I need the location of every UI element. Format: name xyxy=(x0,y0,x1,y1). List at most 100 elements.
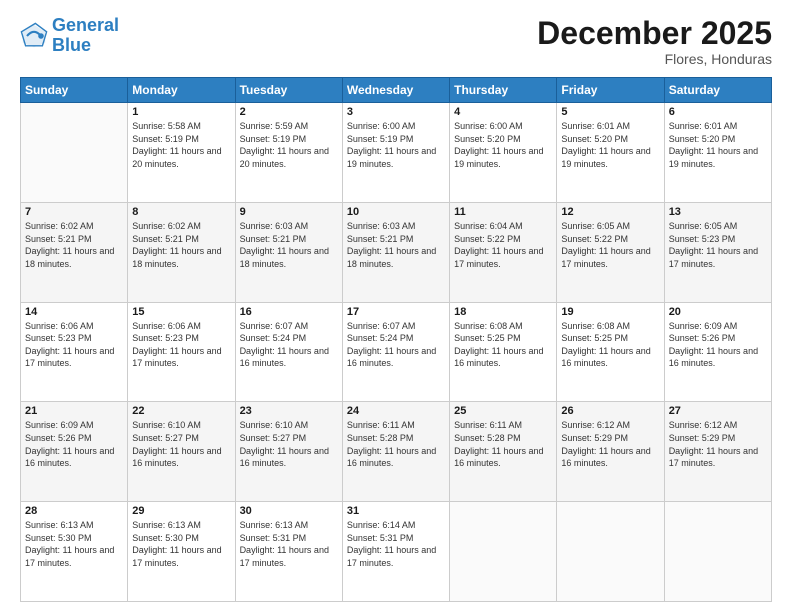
table-row: 21 Sunrise: 6:09 AMSunset: 5:26 PMDayligh… xyxy=(21,402,128,502)
day-number: 6 xyxy=(669,106,767,118)
day-info: Sunrise: 6:09 AMSunset: 5:26 PMDaylight:… xyxy=(25,419,123,469)
day-info: Sunrise: 6:10 AMSunset: 5:27 PMDaylight:… xyxy=(132,419,230,469)
day-info: Sunrise: 6:01 AMSunset: 5:20 PMDaylight:… xyxy=(561,120,659,170)
table-row: 25Sunrise: 6:11 AMSunset: 5:28 PMDayligh… xyxy=(450,402,557,502)
day-number: 14 xyxy=(25,306,123,318)
day-info: Sunrise: 6:02 AMSunset: 5:21 PMDaylight:… xyxy=(25,220,123,270)
table-row: 9 Sunrise: 6:03 AMSunset: 5:21 PMDaylight… xyxy=(235,202,342,302)
col-saturday: Saturday xyxy=(664,78,771,103)
day-number: 4 xyxy=(454,106,552,118)
table-row: 16 Sunrise: 6:07 AMSunset: 5:24 PMDayligh… xyxy=(235,302,342,402)
table-row: 22 Sunrise: 6:10 AMSunset: 5:27 PMDayligh… xyxy=(128,402,235,502)
logo-line2: Blue xyxy=(52,35,91,55)
day-number: 21 xyxy=(25,405,123,417)
day-info: Sunrise: 6:07 AMSunset: 5:24 PMDaylight:… xyxy=(240,320,338,370)
day-info: Sunrise: 6:08 AMSunset: 5:25 PMDaylight:… xyxy=(561,320,659,370)
day-info: Sunrise: 6:14 AMSunset: 5:31 PMDaylight:… xyxy=(347,519,445,569)
table-row: 12Sunrise: 6:05 AMSunset: 5:22 PMDayligh… xyxy=(557,202,664,302)
day-info: Sunrise: 6:11 AMSunset: 5:28 PMDaylight:… xyxy=(347,419,445,469)
table-row: 6 Sunrise: 6:01 AMSunset: 5:20 PMDaylight… xyxy=(664,103,771,203)
day-number: 26 xyxy=(561,405,659,417)
day-number: 19 xyxy=(561,306,659,318)
day-info: Sunrise: 6:03 AMSunset: 5:21 PMDaylight:… xyxy=(347,220,445,270)
day-info: Sunrise: 6:05 AMSunset: 5:22 PMDaylight:… xyxy=(561,220,659,270)
col-tuesday: Tuesday xyxy=(235,78,342,103)
day-number: 15 xyxy=(132,306,230,318)
table-row: 13Sunrise: 6:05 AMSunset: 5:23 PMDayligh… xyxy=(664,202,771,302)
table-row: 17 Sunrise: 6:07 AMSunset: 5:24 PMDayligh… xyxy=(342,302,449,402)
day-number: 31 xyxy=(347,505,445,517)
calendar-week-row: 28 Sunrise: 6:13 AMSunset: 5:30 PMDayligh… xyxy=(21,502,772,602)
day-info: Sunrise: 6:08 AMSunset: 5:25 PMDaylight:… xyxy=(454,320,552,370)
table-row: 18 Sunrise: 6:08 AMSunset: 5:25 PMDayligh… xyxy=(450,302,557,402)
day-number: 28 xyxy=(25,505,123,517)
table-row: 30Sunrise: 6:13 AMSunset: 5:31 PMDayligh… xyxy=(235,502,342,602)
day-info: Sunrise: 6:13 AMSunset: 5:30 PMDaylight:… xyxy=(132,519,230,569)
day-info: Sunrise: 6:03 AMSunset: 5:21 PMDaylight:… xyxy=(240,220,338,270)
day-info: Sunrise: 6:04 AMSunset: 5:22 PMDaylight:… xyxy=(454,220,552,270)
day-number: 29 xyxy=(132,505,230,517)
table-row: 1Sunrise: 5:58 AMSunset: 5:19 PMDaylight… xyxy=(128,103,235,203)
col-friday: Friday xyxy=(557,78,664,103)
table-row: 27 Sunrise: 6:12 AMSunset: 5:29 PMDayligh… xyxy=(664,402,771,502)
day-info: Sunrise: 6:01 AMSunset: 5:20 PMDaylight:… xyxy=(669,120,767,170)
calendar-week-row: 21 Sunrise: 6:09 AMSunset: 5:26 PMDayligh… xyxy=(21,402,772,502)
main-title: December 2025 xyxy=(537,16,772,51)
table-row: 29 Sunrise: 6:13 AMSunset: 5:30 PMDayligh… xyxy=(128,502,235,602)
day-number: 22 xyxy=(132,405,230,417)
col-thursday: Thursday xyxy=(450,78,557,103)
day-number: 2 xyxy=(240,106,338,118)
day-info: Sunrise: 6:07 AMSunset: 5:24 PMDaylight:… xyxy=(347,320,445,370)
day-info: Sunrise: 6:06 AMSunset: 5:23 PMDaylight:… xyxy=(132,320,230,370)
logo-line1: General xyxy=(52,15,119,35)
day-number: 17 xyxy=(347,306,445,318)
table-row: 7 Sunrise: 6:02 AMSunset: 5:21 PMDaylight… xyxy=(21,202,128,302)
day-number: 3 xyxy=(347,106,445,118)
day-info: Sunrise: 6:06 AMSunset: 5:23 PMDaylight:… xyxy=(25,320,123,370)
day-info: Sunrise: 5:59 AMSunset: 5:19 PMDaylight:… xyxy=(240,120,338,170)
day-number: 24 xyxy=(347,405,445,417)
calendar-header-row: Sunday Monday Tuesday Wednesday Thursday… xyxy=(21,78,772,103)
table-row xyxy=(557,502,664,602)
day-info: Sunrise: 6:11 AMSunset: 5:28 PMDaylight:… xyxy=(454,419,552,469)
day-number: 9 xyxy=(240,206,338,218)
day-number: 23 xyxy=(240,405,338,417)
day-number: 18 xyxy=(454,306,552,318)
day-number: 7 xyxy=(25,206,123,218)
table-row: 28 Sunrise: 6:13 AMSunset: 5:30 PMDayligh… xyxy=(21,502,128,602)
table-row: 3 Sunrise: 6:00 AMSunset: 5:19 PMDaylight… xyxy=(342,103,449,203)
day-info: Sunrise: 6:00 AMSunset: 5:19 PMDaylight:… xyxy=(347,120,445,170)
table-row: 31 Sunrise: 6:14 AMSunset: 5:31 PMDayligh… xyxy=(342,502,449,602)
header: General Blue December 2025 Flores, Hondu… xyxy=(20,16,772,67)
day-info: Sunrise: 6:05 AMSunset: 5:23 PMDaylight:… xyxy=(669,220,767,270)
day-info: Sunrise: 6:02 AMSunset: 5:21 PMDaylight:… xyxy=(132,220,230,270)
subtitle: Flores, Honduras xyxy=(537,51,772,67)
day-number: 27 xyxy=(669,405,767,417)
table-row: 15 Sunrise: 6:06 AMSunset: 5:23 PMDayligh… xyxy=(128,302,235,402)
table-row: 19 Sunrise: 6:08 AMSunset: 5:25 PMDayligh… xyxy=(557,302,664,402)
table-row xyxy=(450,502,557,602)
table-row: 10Sunrise: 6:03 AMSunset: 5:21 PMDayligh… xyxy=(342,202,449,302)
day-number: 5 xyxy=(561,106,659,118)
table-row: 2 Sunrise: 5:59 AMSunset: 5:19 PMDaylight… xyxy=(235,103,342,203)
day-info: Sunrise: 6:13 AMSunset: 5:30 PMDaylight:… xyxy=(25,519,123,569)
logo-text: General Blue xyxy=(52,16,119,56)
day-number: 16 xyxy=(240,306,338,318)
day-info: Sunrise: 6:12 AMSunset: 5:29 PMDaylight:… xyxy=(561,419,659,469)
day-info: Sunrise: 6:00 AMSunset: 5:20 PMDaylight:… xyxy=(454,120,552,170)
logo: General Blue xyxy=(20,16,119,56)
day-info: Sunrise: 6:12 AMSunset: 5:29 PMDaylight:… xyxy=(669,419,767,469)
col-sunday: Sunday xyxy=(21,78,128,103)
logo-icon xyxy=(20,22,48,50)
table-row: 5 Sunrise: 6:01 AMSunset: 5:20 PMDaylight… xyxy=(557,103,664,203)
table-row: 11 Sunrise: 6:04 AMSunset: 5:22 PMDayligh… xyxy=(450,202,557,302)
col-monday: Monday xyxy=(128,78,235,103)
day-number: 11 xyxy=(454,206,552,218)
col-wednesday: Wednesday xyxy=(342,78,449,103)
calendar-week-row: 14 Sunrise: 6:06 AMSunset: 5:23 PMDayligh… xyxy=(21,302,772,402)
day-info: Sunrise: 6:10 AMSunset: 5:27 PMDaylight:… xyxy=(240,419,338,469)
table-row xyxy=(664,502,771,602)
day-number: 30 xyxy=(240,505,338,517)
day-number: 1 xyxy=(132,106,230,118)
day-number: 20 xyxy=(669,306,767,318)
